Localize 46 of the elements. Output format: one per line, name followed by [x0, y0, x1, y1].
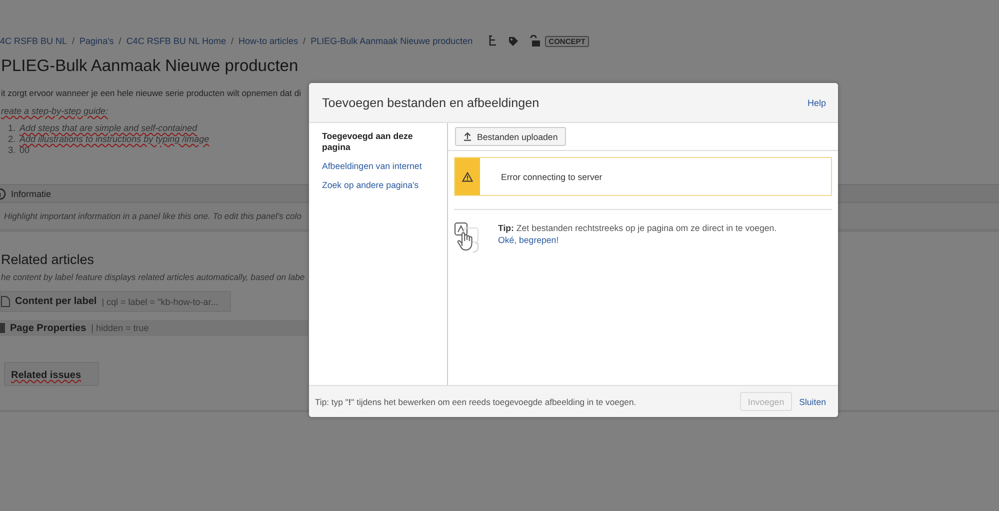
breadcrumb-link[interactable]: How-to articles	[238, 36, 298, 46]
upload-icon	[463, 132, 472, 141]
upload-button[interactable]: Bestanden uploaden	[455, 127, 566, 146]
macro-placeholder[interactable]: Related issues	[4, 362, 99, 386]
dialog-title: Toevoegen bestanden en afbeeldingen	[322, 96, 540, 110]
warning-icon	[462, 172, 473, 182]
tag-icon[interactable]	[508, 36, 519, 46]
info-icon	[0, 188, 6, 200]
panel-text: Highlight important information in a panel like this one. To edit this panel's colo	[4, 211, 302, 221]
error-text: Error connecting to server	[501, 172, 602, 182]
macro-name: Content per label	[15, 296, 97, 307]
breadcrumb-separator: /	[303, 36, 306, 46]
breadcrumb-link[interactable]: 4C RSFB BU NL	[0, 36, 68, 46]
instruction-text: reate a step-by-step guide:	[1, 106, 108, 116]
step-number: 1.	[8, 123, 16, 133]
unlock-icon[interactable]	[528, 35, 540, 47]
step-number: 3.	[8, 145, 16, 155]
section-heading: Related articles	[1, 252, 94, 267]
nav-item[interactable]: Toegevoegd aan deze pagina	[322, 131, 441, 153]
close-link[interactable]: Sluiten	[799, 396, 826, 406]
breadcrumb-link[interactable]: Pagina's	[80, 36, 114, 46]
help-link[interactable]: Help	[807, 98, 826, 108]
intro-text: it zorgt ervoor wanneer je een hele nieuwe serie producten wilt opnemen dat di	[1, 88, 302, 98]
macro-parameters: | cql = label = "kb-how-to-ar...	[102, 296, 218, 306]
step-text: 00	[20, 145, 30, 155]
dismiss-link[interactable]: Oké, begrepen!	[498, 235, 559, 245]
step-number: 2.	[8, 134, 16, 144]
tip-text: Tip: Zet bestanden rechtstreeks op je pagina om ze direct in te voegen.	[498, 222, 777, 235]
page-icon	[1, 296, 10, 307]
panel-title: Informatie	[11, 188, 52, 198]
macro-placeholder[interactable]: Content per label | cql = label = "kb-how-to-ar...	[0, 291, 232, 312]
footer-tip: Tip: typ "!" tijdens het bewerken om een reeds toegevoegde afbeelding in te voegen.	[315, 396, 638, 406]
macro-placeholder[interactable]: Page Properties | hidden = true	[0, 320, 308, 336]
breadcrumb-link[interactable]: C4C RSFB BU NL Home	[126, 36, 226, 46]
macro-name: Page Properties	[10, 322, 86, 334]
nav-item[interactable]: Afbeeldingen van internet	[322, 161, 441, 172]
step-text: Add illustrations to instructions by typing /image	[20, 134, 210, 144]
breadcrumb-separator: /	[118, 36, 122, 46]
breadcrumb-separator: /	[72, 36, 75, 46]
breadcrumb-link[interactable]: PLIEG-Bulk Aanmaak Nieuwe producten	[310, 36, 473, 46]
macro-parameters: | hidden = true	[91, 323, 149, 333]
breadcrumb-separator: /	[231, 36, 234, 46]
step-text: Add steps that are simple and self-contained	[20, 123, 198, 133]
page-title: PLIEG-Bulk Aanmaak Nieuwe producten	[1, 57, 298, 76]
section-text: he content by label feature displays related articles automatically, based on labe	[0, 272, 305, 282]
nav-item[interactable]: Zoek op andere pagina's	[322, 180, 441, 191]
